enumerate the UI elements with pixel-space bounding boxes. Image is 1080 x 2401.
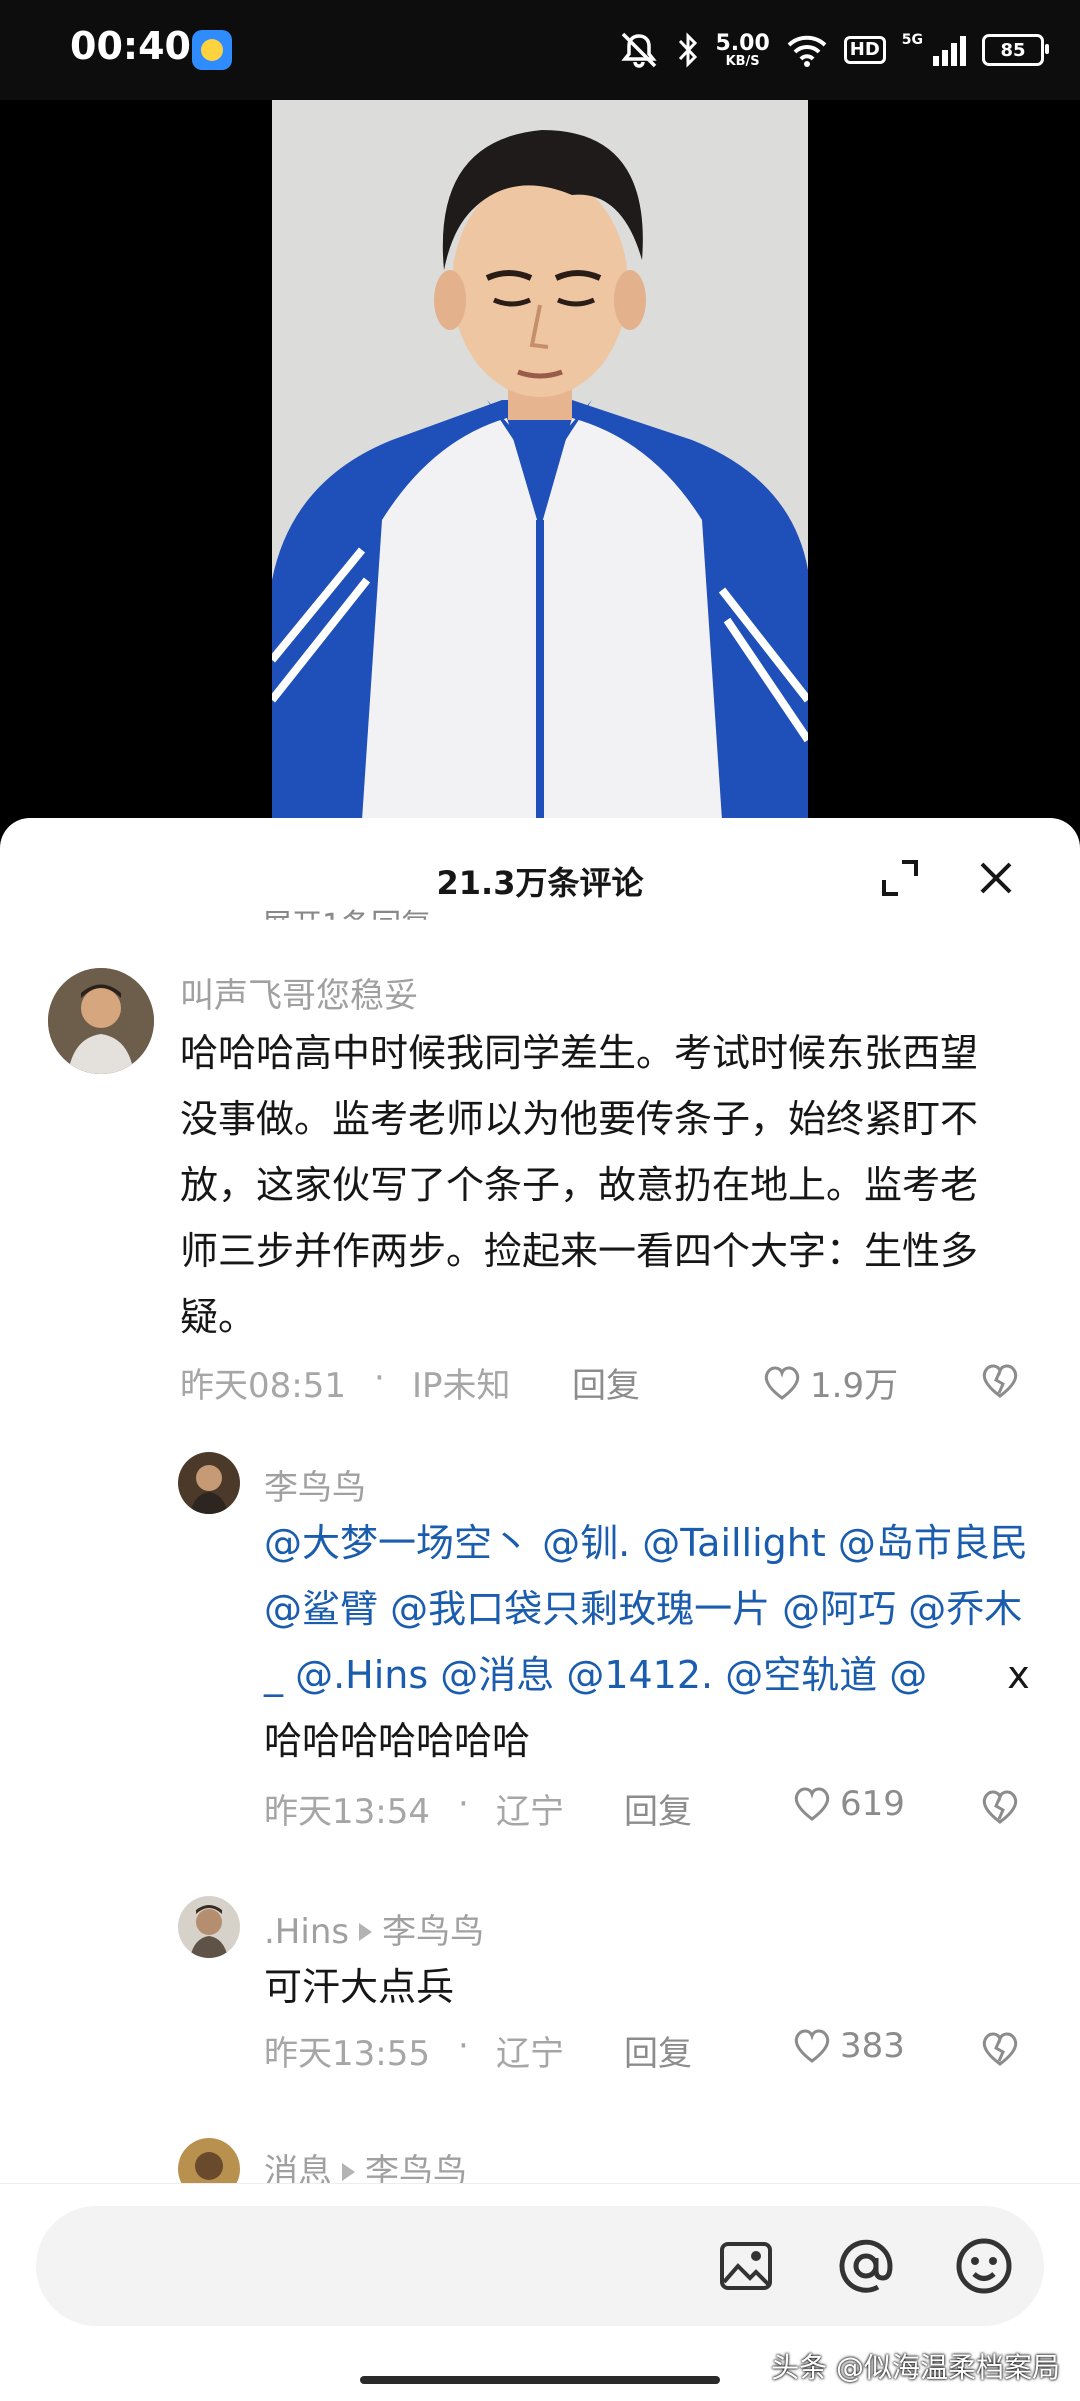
meta-separator: · <box>458 1784 469 1824</box>
comment-location: IP未知 <box>412 1366 511 1406</box>
dislike-icon[interactable] <box>980 2030 1020 2068</box>
comment-username[interactable]: 叫声飞哥您稳妥 <box>180 968 418 1017</box>
comment-text: @大梦一场空丶 @钏. @Taillight @岛市良民 @鲨臂 @我口袋只剩玫… <box>264 1510 1034 1774</box>
reply-button[interactable]: 回复 <box>572 1358 640 1407</box>
like-button[interactable]: 1.9万 <box>762 1358 898 1407</box>
like-count: 383 <box>840 2026 905 2066</box>
close-icon[interactable] <box>976 858 1016 898</box>
comments-sheet: 21.3万条评论 展开1条回复 叫声飞哥您稳妥 哈哈哈高中时候我同学差生。考试时… <box>0 818 1080 2400</box>
comment-username[interactable]: .Hins <box>264 1912 349 1952</box>
image-icon[interactable] <box>718 2238 774 2294</box>
reply-header: .Hins 李鸟鸟 <box>264 1904 484 1953</box>
heart-icon <box>794 1787 830 1821</box>
bluetooth-icon <box>679 32 698 68</box>
comment-input[interactable] <box>36 2206 1044 2326</box>
like-button[interactable]: 383 <box>792 2026 905 2066</box>
expand-icon[interactable] <box>880 858 920 898</box>
heart-icon <box>764 1366 800 1400</box>
heart-icon <box>794 2029 830 2063</box>
network-type: 5G <box>901 32 923 48</box>
comment-input-bar: 头条 @似海温柔档案局 <box>0 2183 1080 2401</box>
video-frame-person <box>272 100 808 820</box>
mute-bell-icon <box>621 32 658 68</box>
comment-time: 昨天13:54 <box>264 1792 430 1832</box>
avatar[interactable] <box>178 1896 240 1958</box>
network-speed-value: 5.00 <box>715 30 770 56</box>
avatar[interactable] <box>48 968 154 1074</box>
mention-list[interactable]: @大梦一场空丶 @钏. @Taillight @岛市良民 @鲨臂 @我口袋只剩玫… <box>264 1521 1028 1697</box>
like-button[interactable]: 619 <box>792 1784 905 1824</box>
wifi-icon <box>787 35 827 67</box>
reply-to-username[interactable]: 李鸟鸟 <box>382 1912 484 1952</box>
expand-replies-partial[interactable]: 展开1条回复 <box>262 900 431 920</box>
hd-badge: HD <box>843 36 886 64</box>
reply-button[interactable]: 回复 <box>624 1784 692 1833</box>
network-speed-unit: KB/S <box>725 53 760 69</box>
comment-meta-row: 昨天13:55 · 辽宁 回复 383 <box>264 2026 1030 2076</box>
watermark: 头条 @似海温柔档案局 <box>771 2351 1060 2384</box>
comment-location: 辽宁 <box>496 2034 564 2074</box>
home-indicator[interactable] <box>360 2376 720 2384</box>
comment-username[interactable]: 李鸟鸟 <box>264 1460 366 1509</box>
status-icons: 5.00 KB/S HD 5G 85 <box>617 26 1049 74</box>
battery-level: 85 <box>1000 39 1026 61</box>
status-bar: 00:40 5.00 KB/S HD 5G 85 <box>0 0 1080 100</box>
comment-time: 昨天08:51 <box>180 1366 346 1406</box>
reply-arrow-icon <box>359 1923 373 1941</box>
meta-separator: · <box>458 2026 469 2066</box>
app-notification-icon <box>192 30 232 70</box>
avatar[interactable] <box>178 1452 240 1514</box>
comment-location: 辽宁 <box>496 1792 564 1832</box>
signal-icon <box>933 34 966 66</box>
video-player[interactable] <box>272 100 808 820</box>
dislike-icon[interactable] <box>980 1788 1020 1826</box>
status-time: 00:40 <box>70 24 191 68</box>
network-speed: 5.00 KB/S <box>715 30 770 69</box>
like-count: 1.9万 <box>810 1366 899 1406</box>
reply-arrow-icon <box>342 2163 355 2181</box>
reply-button[interactable]: 回复 <box>624 2026 692 2075</box>
like-count: 619 <box>840 1784 905 1824</box>
comment-text: 可汗大点兵 <box>264 1965 455 2009</box>
dislike-icon[interactable] <box>980 1362 1020 1400</box>
comment-meta-row: 昨天08:51 · IP未知 回复 1.9万 <box>180 1358 1030 1408</box>
battery-icon: 85 <box>982 34 1049 66</box>
mention-icon[interactable] <box>836 2236 896 2296</box>
comment-item: 叫声飞哥您稳妥 哈哈哈高中时候我同学差生。考试时候东张西望没事做。监考老师以为他… <box>0 968 1080 1339</box>
emoji-icon[interactable] <box>954 2236 1014 2296</box>
comment-time: 昨天13:55 <box>264 2034 430 2074</box>
comment-text: 哈哈哈高中时候我同学差生。考试时候东张西望没事做。监考老师以为他要传条子，始终紧… <box>180 1031 979 1339</box>
comment-meta-row: 昨天13:54 · 辽宁 回复 619 <box>264 1784 1030 1834</box>
meta-separator: · <box>374 1358 385 1398</box>
